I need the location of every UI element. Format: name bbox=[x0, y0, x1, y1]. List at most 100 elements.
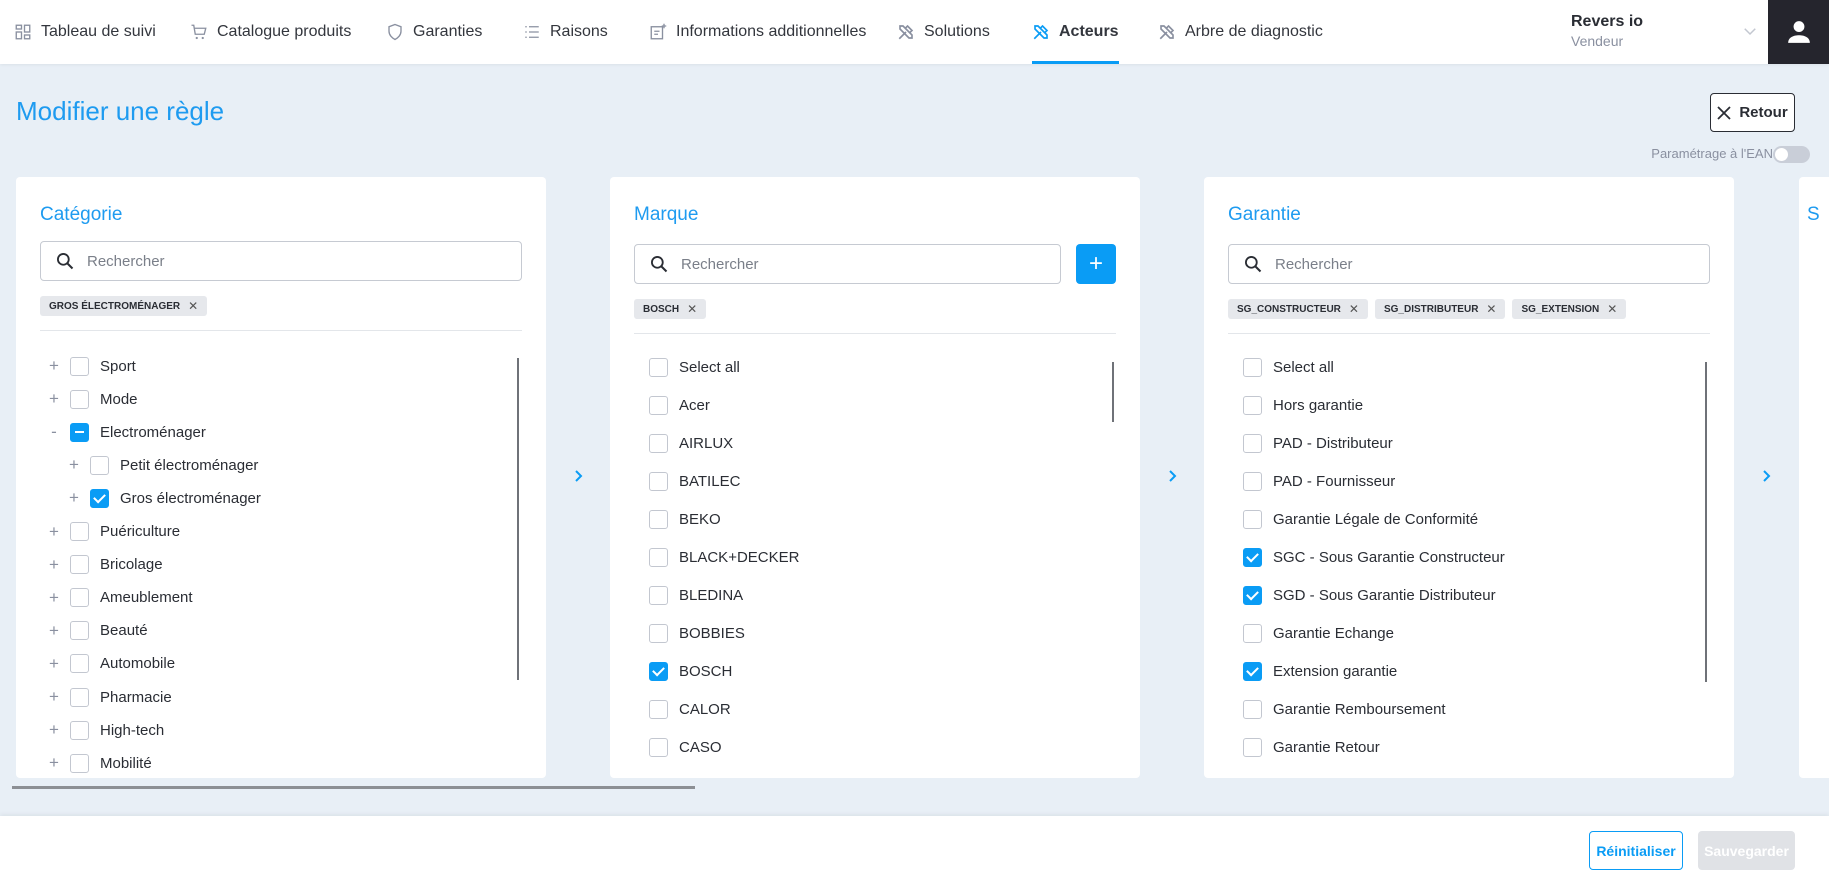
reset-button[interactable]: Réinitialiser bbox=[1589, 831, 1683, 870]
search-input[interactable]: Rechercher bbox=[634, 244, 1061, 284]
save-button[interactable]: Sauvegarder bbox=[1698, 831, 1795, 870]
checkbox[interactable] bbox=[70, 654, 89, 674]
checkbox[interactable] bbox=[649, 395, 668, 415]
list-item[interactable]: + Mode bbox=[46, 387, 138, 411]
list-item[interactable]: CALOR bbox=[649, 697, 731, 721]
nav-item-garanties[interactable]: Garanties bbox=[386, 0, 482, 64]
list-item[interactable]: - Electroménager bbox=[46, 420, 206, 444]
checkbox[interactable] bbox=[70, 356, 89, 376]
checkbox[interactable] bbox=[1243, 737, 1262, 757]
nav-item-acteurs[interactable]: Acteurs bbox=[1032, 0, 1119, 64]
vertical-scrollbar[interactable] bbox=[517, 358, 519, 680]
user-switcher[interactable]: Revers io Vendeur bbox=[1571, 13, 1643, 49]
list-item[interactable]: BATILEC bbox=[649, 469, 740, 493]
expand-icon[interactable]: + bbox=[46, 389, 62, 409]
checkbox[interactable] bbox=[649, 737, 668, 757]
checkbox[interactable] bbox=[649, 661, 668, 681]
list-item[interactable]: BEKO bbox=[649, 507, 721, 531]
search-input[interactable]: Rechercher bbox=[40, 241, 522, 281]
list-item[interactable]: BLACK+DECKER bbox=[649, 545, 799, 569]
checkbox[interactable] bbox=[70, 687, 89, 707]
checkbox[interactable] bbox=[1243, 623, 1262, 643]
list-item[interactable]: Garantie Remboursement bbox=[1243, 697, 1446, 721]
expand-icon[interactable]: + bbox=[46, 522, 62, 542]
chevron-down-icon[interactable] bbox=[1741, 22, 1759, 40]
checkbox[interactable] bbox=[70, 555, 89, 575]
list-item[interactable]: BOBBIES bbox=[649, 621, 745, 645]
expand-icon[interactable]: + bbox=[66, 455, 82, 475]
expand-icon[interactable]: + bbox=[46, 720, 62, 740]
list-item[interactable]: BLEDINA bbox=[649, 583, 743, 607]
remove-chip-icon[interactable]: ✕ bbox=[1607, 302, 1617, 316]
expand-icon[interactable]: + bbox=[46, 687, 62, 707]
list-item[interactable]: Select all bbox=[649, 355, 740, 379]
expand-icon[interactable]: + bbox=[46, 356, 62, 376]
list-item[interactable]: PAD - Distributeur bbox=[1243, 431, 1393, 455]
checkbox[interactable] bbox=[70, 753, 89, 773]
checkbox[interactable] bbox=[70, 422, 89, 442]
checkbox[interactable] bbox=[1243, 433, 1262, 453]
avatar[interactable] bbox=[1768, 0, 1829, 64]
checkbox[interactable] bbox=[90, 488, 109, 508]
list-item[interactable]: Garantie Légale de Conformité bbox=[1243, 507, 1478, 531]
list-item[interactable]: Hors garantie bbox=[1243, 393, 1363, 417]
checkbox[interactable] bbox=[1243, 509, 1262, 529]
list-item[interactable]: + Mobilité bbox=[46, 751, 152, 775]
list-item[interactable]: Extension garantie bbox=[1243, 659, 1397, 683]
checkbox[interactable] bbox=[1243, 357, 1262, 377]
expand-icon[interactable]: + bbox=[46, 588, 62, 608]
checkbox[interactable] bbox=[1243, 585, 1262, 605]
checkbox[interactable] bbox=[1243, 547, 1262, 567]
list-item[interactable]: Acer bbox=[649, 393, 710, 417]
vertical-scrollbar[interactable] bbox=[1112, 362, 1114, 422]
nav-item-raisons[interactable]: Raisons bbox=[523, 0, 608, 64]
nav-item-informations-additionnelles[interactable]: Informations additionnelles bbox=[649, 0, 866, 64]
checkbox[interactable] bbox=[1243, 471, 1262, 491]
list-item[interactable]: + Automobile bbox=[46, 652, 175, 676]
list-item[interactable]: + Puériculture bbox=[46, 520, 180, 544]
list-item[interactable]: CASO bbox=[649, 735, 722, 759]
checkbox[interactable] bbox=[649, 699, 668, 719]
list-item[interactable]: + Beauté bbox=[46, 619, 148, 643]
expand-icon[interactable]: + bbox=[46, 621, 62, 641]
horizontal-scrollbar[interactable] bbox=[12, 786, 695, 789]
checkbox[interactable] bbox=[649, 547, 668, 567]
expand-icon[interactable]: + bbox=[46, 555, 62, 575]
checkbox[interactable] bbox=[90, 455, 109, 475]
list-item[interactable]: PAD - Fournisseur bbox=[1243, 469, 1395, 493]
chevron-right-icon[interactable] bbox=[1164, 468, 1180, 484]
checkbox[interactable] bbox=[1243, 661, 1262, 681]
checkbox[interactable] bbox=[70, 389, 89, 409]
checkbox[interactable] bbox=[70, 522, 89, 541]
checkbox[interactable] bbox=[1243, 699, 1262, 719]
list-item[interactable]: + Sport bbox=[46, 354, 136, 378]
list-item[interactable]: + Petit électroménager bbox=[66, 453, 258, 477]
vertical-scrollbar[interactable] bbox=[1705, 362, 1707, 682]
list-item[interactable]: Select all bbox=[1243, 355, 1334, 379]
list-item[interactable]: SGC - Sous Garantie Constructeur bbox=[1243, 545, 1505, 569]
list-item[interactable]: + Pharmacie bbox=[46, 685, 172, 709]
expand-icon[interactable]: + bbox=[66, 488, 82, 508]
checkbox[interactable] bbox=[1243, 395, 1262, 415]
checkbox[interactable] bbox=[649, 509, 668, 529]
checkbox[interactable] bbox=[649, 623, 668, 643]
list-item[interactable]: Garantie Echange bbox=[1243, 621, 1394, 645]
expand-icon[interactable]: + bbox=[46, 753, 62, 773]
remove-chip-icon[interactable]: ✕ bbox=[1486, 302, 1496, 316]
list-item[interactable]: + High-tech bbox=[46, 718, 164, 742]
checkbox[interactable] bbox=[649, 585, 668, 605]
back-button[interactable]: Retour bbox=[1710, 93, 1795, 132]
remove-chip-icon[interactable]: ✕ bbox=[188, 299, 198, 313]
checkbox[interactable] bbox=[649, 471, 668, 491]
list-item[interactable]: BOSCH bbox=[649, 659, 732, 683]
list-item[interactable]: SGD - Sous Garantie Distributeur bbox=[1243, 583, 1496, 607]
list-item[interactable]: Garantie Retour bbox=[1243, 735, 1380, 759]
checkbox[interactable] bbox=[70, 588, 89, 608]
collapse-icon[interactable]: - bbox=[46, 422, 62, 442]
nav-item-catalogue-produits[interactable]: Catalogue produits bbox=[190, 0, 351, 64]
list-item[interactable]: AIRLUX bbox=[649, 431, 733, 455]
ean-toggle[interactable] bbox=[1773, 146, 1810, 163]
remove-chip-icon[interactable]: ✕ bbox=[687, 302, 697, 316]
list-item[interactable]: + Ameublement bbox=[46, 586, 193, 610]
search-input[interactable]: Rechercher bbox=[1228, 244, 1710, 284]
